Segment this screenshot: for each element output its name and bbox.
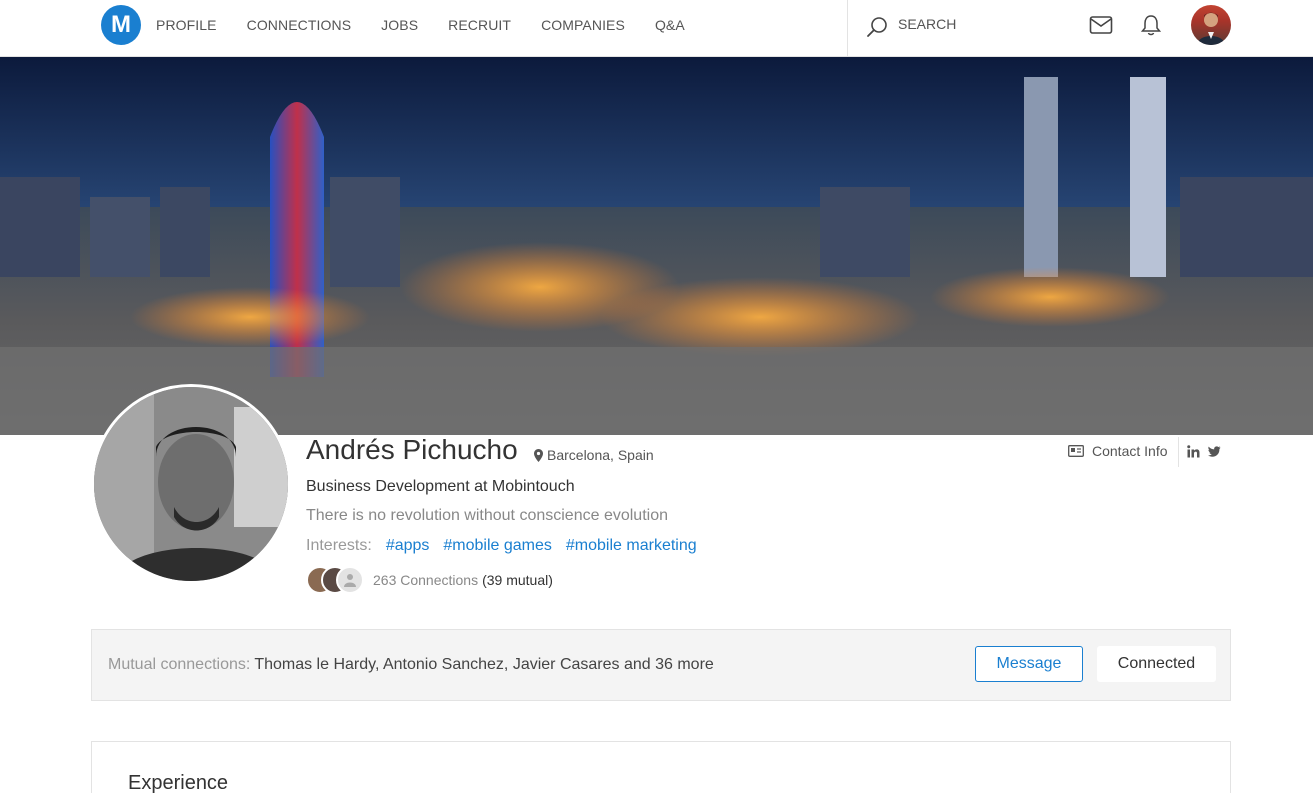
mutual-label: Mutual connections: <box>108 656 251 673</box>
search-icon[interactable] <box>866 16 888 38</box>
nav-link-recruit[interactable]: RECRUIT <box>448 17 511 33</box>
connection-avatar <box>336 566 364 594</box>
social-divider <box>1178 437 1179 467</box>
mutual-connections: Mutual connections: Thomas le Hardy, Anto… <box>108 656 714 674</box>
mutual-names[interactable]: Thomas le Hardy, Antonio Sanchez, Javier… <box>254 656 714 673</box>
nav-link-companies[interactable]: COMPANIES <box>541 17 625 33</box>
location-text: Barcelona, Spain <box>547 447 654 463</box>
profile-name: Andrés Pichucho <box>306 434 518 465</box>
nav-link-profile[interactable]: PROFILE <box>156 17 217 33</box>
profile-photo <box>91 384 291 584</box>
message-button[interactable]: Message <box>975 646 1083 682</box>
location-pin-icon <box>534 448 543 462</box>
nav-links: PROFILE CONNECTIONS JOBS RECRUIT COMPANI… <box>156 0 715 50</box>
experience-section: Experience <box>91 741 1231 793</box>
interest-tag-mobile-games[interactable]: #mobile games <box>443 537 552 555</box>
logo[interactable]: M <box>101 5 141 45</box>
mutual-connections-bar: Mutual connections: Thomas le Hardy, Anto… <box>91 629 1231 701</box>
contact-info-link[interactable]: Contact Info <box>1068 443 1168 459</box>
user-placeholder-icon <box>344 574 356 587</box>
connections-count[interactable]: 263 Connections <box>373 572 478 588</box>
cover-banner <box>0 57 1313 435</box>
interest-tag-mobile-marketing[interactable]: #mobile marketing <box>566 537 697 555</box>
user-avatar[interactable] <box>1191 5 1231 45</box>
connections-summary[interactable]: 263 Connections (39 mutual) <box>306 566 553 594</box>
nav-divider <box>847 0 848 57</box>
contact-card-icon <box>1068 445 1084 457</box>
mutual-count: (39 mutual) <box>482 572 553 588</box>
experience-title: Experience <box>128 772 229 793</box>
mail-icon[interactable] <box>1089 15 1113 35</box>
top-navbar: M PROFILE CONNECTIONS JOBS RECRUIT COMPA… <box>0 0 1313 57</box>
search-input[interactable] <box>898 13 1068 35</box>
profile-headline: Business Development at Mobintouch <box>306 478 575 495</box>
interest-tag-apps[interactable]: #apps <box>386 537 430 555</box>
profile-interests: Interests: #apps #mobile games #mobile m… <box>306 537 697 555</box>
city-skyline-image <box>0 57 1313 435</box>
profile-tagline: There is no revolution without conscienc… <box>306 507 668 524</box>
interests-label: Interests: <box>306 537 372 554</box>
bell-icon[interactable] <box>1140 13 1162 37</box>
nav-link-connections[interactable]: CONNECTIONS <box>247 17 352 33</box>
nav-link-jobs[interactable]: JOBS <box>381 17 418 33</box>
twitter-icon[interactable] <box>1208 445 1221 458</box>
nav-link-qa[interactable]: Q&A <box>655 17 685 33</box>
linkedin-icon[interactable] <box>1187 445 1200 458</box>
connected-button[interactable]: Connected <box>1097 646 1216 682</box>
contact-info-label: Contact Info <box>1092 443 1168 459</box>
profile-location: Barcelona, Spain <box>534 447 654 463</box>
